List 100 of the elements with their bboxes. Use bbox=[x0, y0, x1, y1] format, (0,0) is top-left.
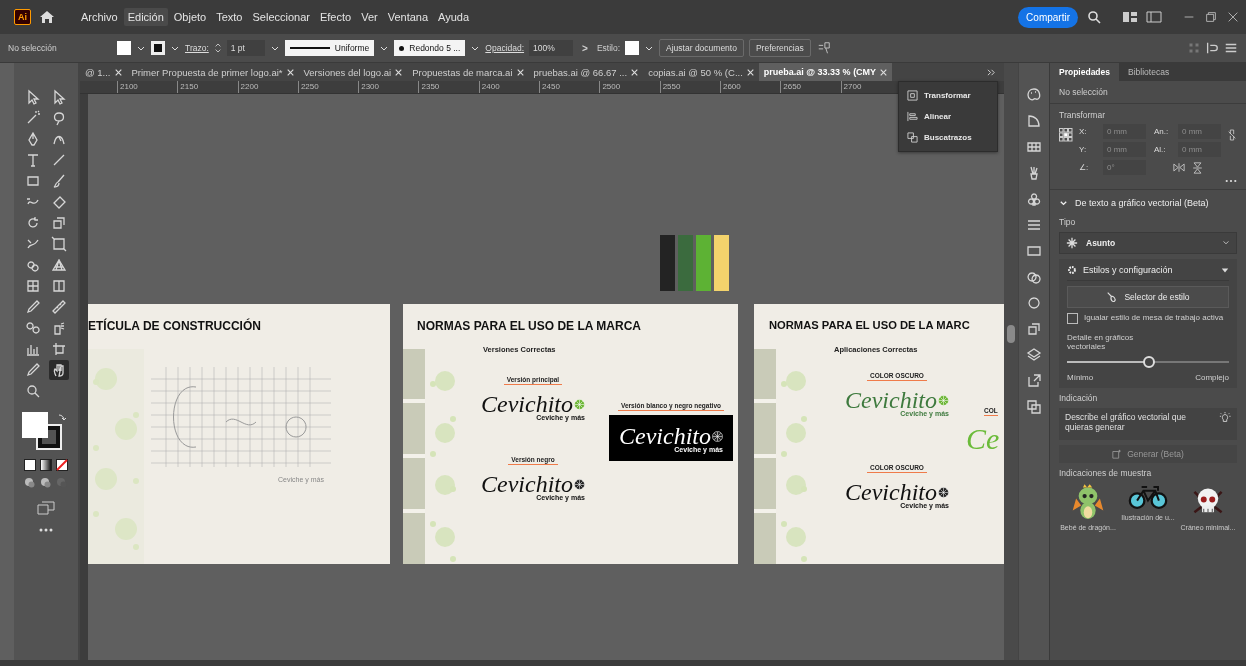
section-header[interactable]: De texto a gráfico vectorial (Beta) bbox=[1059, 196, 1237, 212]
field-label: X: bbox=[1079, 127, 1088, 136]
panel-tab[interactable]: Bibliotecas bbox=[1119, 63, 1179, 81]
gradient-icon[interactable] bbox=[1026, 243, 1042, 259]
menu-item[interactable]: Ayuda bbox=[434, 8, 474, 26]
close-icon[interactable] bbox=[114, 68, 122, 76]
control-button[interactable]: Preferencias bbox=[748, 39, 811, 57]
section-title: De texto a gráfico vectorial (Beta) bbox=[1075, 198, 1209, 208]
group-header[interactable]: Estilos y configuración bbox=[1067, 265, 1229, 281]
scrollbar[interactable] bbox=[1004, 63, 1018, 660]
menu-item[interactable]: Efecto bbox=[315, 8, 356, 26]
style-picker-button[interactable]: Selector de estilo bbox=[1067, 286, 1229, 308]
brush-dot-icon bbox=[399, 45, 405, 51]
style-swatch[interactable] bbox=[625, 41, 640, 55]
field-label: Y: bbox=[1079, 145, 1088, 154]
panel-link[interactable]: Alinear bbox=[903, 109, 993, 124]
document-tab[interactable]: copias.ai @ 50 % (C... bbox=[643, 63, 759, 81]
overflow-icon[interactable] bbox=[987, 67, 996, 77]
more-icon[interactable] bbox=[38, 527, 54, 533]
align-icon[interactable] bbox=[1205, 41, 1219, 55]
transparency-icon[interactable] bbox=[1026, 269, 1042, 285]
stepper-icon[interactable] bbox=[213, 42, 222, 54]
brush-dropdown[interactable]: Redondo 5 ... bbox=[394, 40, 466, 56]
expand-button[interactable]: > bbox=[582, 42, 588, 54]
type-dropdown[interactable]: Asunto bbox=[1059, 232, 1237, 254]
stroke-swatch[interactable] bbox=[151, 41, 165, 55]
panel-link[interactable]: Buscatrazos bbox=[903, 130, 993, 145]
menu-item[interactable]: Texto bbox=[212, 8, 247, 26]
club-icon[interactable] bbox=[1026, 191, 1042, 207]
bicycle-drawing[interactable] bbox=[1128, 483, 1168, 511]
panel-tab[interactable]: Propiedades bbox=[1050, 63, 1120, 81]
selection-status: No selección bbox=[8, 43, 58, 53]
scroll-thumb[interactable] bbox=[1007, 325, 1015, 343]
gradient-mode-icon[interactable] bbox=[40, 459, 52, 471]
prompt-field[interactable]: Describe el gráfico vectorial que quieras generar bbox=[1059, 408, 1237, 440]
share-button[interactable]: Compartir bbox=[1018, 6, 1078, 28]
opacity-field[interactable]: 100% bbox=[529, 40, 574, 56]
screen-mode-icon[interactable] bbox=[37, 501, 55, 515]
reference-point-icon[interactable] bbox=[1059, 128, 1073, 142]
hand-icon[interactable] bbox=[49, 360, 69, 380]
checkbox[interactable] bbox=[1067, 313, 1078, 324]
dragon-drawing[interactable] bbox=[1071, 483, 1105, 521]
swatches-grid-icon[interactable] bbox=[1026, 139, 1042, 155]
section-title: Indicaciones de muestra bbox=[1059, 468, 1153, 478]
stroke-profile-dropdown[interactable]: Uniforme bbox=[284, 40, 375, 56]
document-tab[interactable]: pruebas.ai @ 66.67 ... bbox=[528, 63, 644, 81]
slider-thumb[interactable] bbox=[1143, 356, 1155, 368]
document-tab[interactable]: Propuestas de marca.ai bbox=[407, 63, 529, 81]
search-icon[interactable] bbox=[1086, 9, 1102, 25]
home-icon[interactable] bbox=[39, 9, 55, 25]
chain-icon[interactable] bbox=[1227, 128, 1237, 142]
list-icon[interactable] bbox=[1224, 41, 1238, 55]
menu-item[interactable]: Objeto bbox=[169, 8, 211, 26]
fill-swatch[interactable] bbox=[117, 41, 131, 55]
flip-horizontal-icon[interactable] bbox=[1173, 163, 1185, 172]
draw-mode-icon[interactable] bbox=[24, 477, 36, 489]
close-icon[interactable] bbox=[746, 68, 754, 76]
stroke-weight-field[interactable]: 1 pt bbox=[226, 40, 265, 56]
ruler-number: 2550 bbox=[659, 81, 720, 93]
graphic-styles-icon[interactable] bbox=[1026, 321, 1042, 337]
appearance-icon[interactable] bbox=[1026, 295, 1042, 311]
close-icon[interactable] bbox=[1226, 10, 1240, 24]
close-icon[interactable] bbox=[516, 68, 524, 76]
export-icon[interactable] bbox=[1026, 373, 1042, 389]
close-icon[interactable] bbox=[631, 68, 639, 76]
panel-link[interactable]: Transformar bbox=[903, 88, 993, 103]
draw-mode-icon[interactable] bbox=[40, 477, 52, 489]
control-button[interactable]: Ajustar documento bbox=[659, 39, 744, 57]
ruler-number: 2250 bbox=[297, 81, 359, 93]
ruler-number: 2350 bbox=[418, 81, 479, 93]
opacity-link[interactable]: Opacidad: bbox=[485, 43, 525, 53]
document-tab[interactable]: prueba.ai @ 33.33 % (CMY bbox=[758, 63, 893, 81]
stroke-link[interactable]: Trazo: bbox=[185, 43, 209, 53]
flip-vertical-icon[interactable] bbox=[1193, 161, 1202, 174]
menu-item[interactable]: Archivo bbox=[77, 8, 122, 26]
document-tab[interactable]: Primer Propuesta de primer logo.ai* bbox=[126, 63, 299, 81]
close-icon[interactable] bbox=[880, 68, 888, 76]
more-icon[interactable] bbox=[1225, 179, 1237, 183]
menu-item[interactable]: Seleccionar bbox=[248, 8, 314, 26]
document-tab[interactable]: Versiones del logo.ai bbox=[298, 63, 408, 81]
arrange-documents-icon[interactable] bbox=[1122, 9, 1138, 25]
close-icon[interactable] bbox=[395, 68, 403, 76]
gradient-triangle-icon[interactable] bbox=[1026, 113, 1042, 129]
menu-item[interactable]: Edición bbox=[123, 8, 168, 26]
artboards-icon[interactable] bbox=[1026, 399, 1042, 415]
palette-icon[interactable] bbox=[1026, 87, 1042, 103]
field-label: Indicación bbox=[1059, 393, 1099, 403]
none-mode-icon[interactable] bbox=[56, 459, 68, 471]
document-tab[interactable]: @ 1... bbox=[80, 63, 127, 81]
layers-icon[interactable] bbox=[1026, 347, 1042, 363]
stroke-lines-icon[interactable] bbox=[1026, 217, 1042, 233]
ruler-number: 2650 bbox=[780, 81, 841, 93]
close-icon[interactable] bbox=[286, 68, 294, 76]
color-mode-icon[interactable] bbox=[24, 459, 36, 471]
ruler-number: 2300 bbox=[358, 81, 419, 93]
menu-item[interactable]: Ver bbox=[357, 8, 382, 26]
restore-icon[interactable] bbox=[1204, 10, 1218, 24]
menu-item[interactable]: Ventana bbox=[383, 8, 433, 26]
workspace-icon[interactable] bbox=[1146, 9, 1162, 25]
free-transform-icon[interactable] bbox=[49, 234, 69, 254]
